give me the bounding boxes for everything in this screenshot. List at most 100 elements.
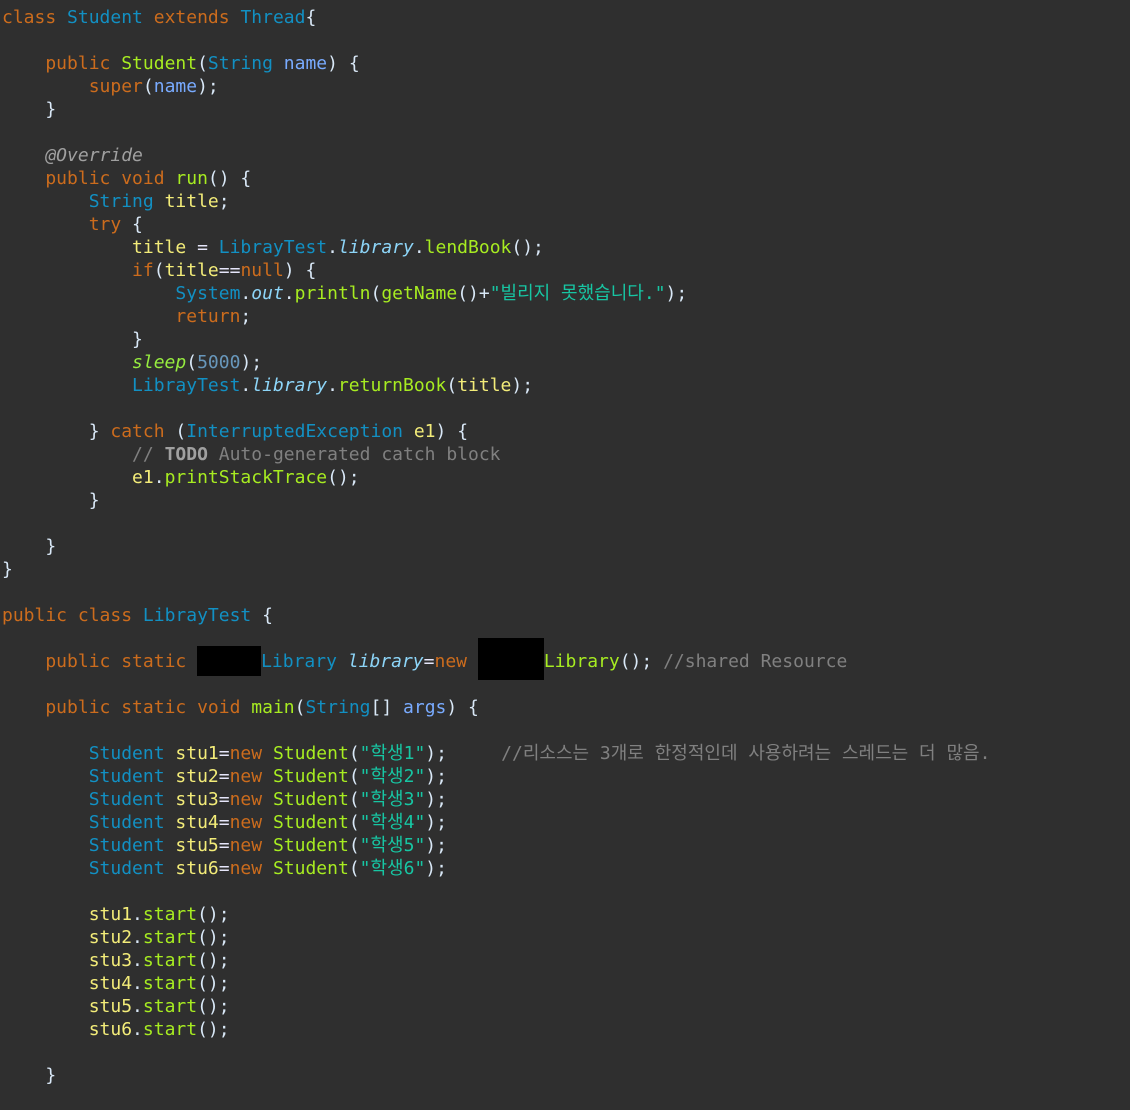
code-token: } <box>2 1065 57 1086</box>
code-token: public <box>2 697 122 718</box>
code-token: . <box>132 950 143 971</box>
code-token: stu5 <box>175 835 219 856</box>
code-token: = <box>218 789 230 810</box>
code-token: Student <box>272 835 349 856</box>
code-token: return <box>2 306 241 327</box>
code-token: (); <box>197 973 230 994</box>
code-line: e1.printStackTrace(); <box>2 466 990 489</box>
code-editor[interactable]: class Student extends Thread{ public Stu… <box>0 0 1130 1110</box>
code-token: Student <box>2 789 176 810</box>
code-token: new <box>434 651 478 672</box>
code-token: ()+ <box>457 283 490 304</box>
code-line: } <box>2 535 990 558</box>
code-token: { <box>305 7 317 28</box>
code-token: String <box>2 191 165 212</box>
code-token: start <box>142 927 198 948</box>
code-line: if(title==null) { <box>2 259 990 282</box>
code-token: Student <box>2 812 176 833</box>
code-token: (); <box>619 651 664 672</box>
code-line: } catch (InterruptedException e1) { <box>2 420 990 443</box>
code-token: . <box>132 1019 143 1040</box>
code-token: ); <box>425 743 502 764</box>
code-token: out <box>251 283 284 304</box>
code-token: printStackTrace <box>164 467 328 488</box>
code-token: (); <box>511 237 544 258</box>
code-token: ); <box>425 812 447 833</box>
code-token: args <box>403 697 447 718</box>
code-token: stu4 <box>175 812 219 833</box>
code-line: return; <box>2 305 990 328</box>
code-line: stu2.start(); <box>2 926 990 949</box>
code-token: new <box>229 766 273 787</box>
code-token: ; <box>218 191 230 212</box>
code-token: library <box>251 375 328 396</box>
code-token: = <box>218 812 230 833</box>
redaction-block <box>477 638 544 680</box>
code-token: . <box>132 927 143 948</box>
code-token: extends <box>153 7 241 28</box>
code-token: title <box>457 375 512 396</box>
code-token: class <box>2 7 68 28</box>
code-token: stu4 <box>2 973 133 994</box>
code-token: ); <box>425 789 447 810</box>
code-line: LibrayTest.library.returnBook(title); <box>2 374 990 397</box>
code-line: Student stu2=new Student("학생2"); <box>2 765 990 788</box>
code-token: String <box>207 53 284 74</box>
code-token: } <box>2 329 143 350</box>
code-token: = <box>218 858 230 879</box>
code-token: stu2 <box>175 766 219 787</box>
code-token: super <box>2 76 143 97</box>
code-token: . <box>153 467 165 488</box>
code-line: Student stu5=new Student("학생5"); <box>2 834 990 857</box>
code-token: == <box>218 260 241 281</box>
code-token: TODO <box>164 444 208 465</box>
code-token: . <box>283 283 295 304</box>
code-token: static <box>121 651 198 672</box>
code-line: public static Library library=new Librar… <box>2 638 990 680</box>
code-token: class <box>77 605 143 626</box>
code-line: public void run() { <box>2 167 990 190</box>
code-token: returnBook <box>337 375 447 396</box>
code-token: ( <box>370 283 382 304</box>
code-token: ( <box>348 789 360 810</box>
code-token: Student <box>2 766 176 787</box>
code-token: LibrayTest <box>2 375 241 396</box>
code-line: title = LibrayTest.library.lendBook(); <box>2 236 990 259</box>
code-token: Student <box>2 835 176 856</box>
code-token: "학생4" <box>359 812 426 833</box>
code-token: (); <box>197 1019 230 1040</box>
code-token: Student <box>121 53 198 74</box>
code-token: library <box>337 237 414 258</box>
code-token: { <box>132 214 143 235</box>
code-token: stu6 <box>2 1019 133 1040</box>
code-token: public <box>2 605 78 626</box>
code-token: stu3 <box>175 789 219 810</box>
code-token: new <box>229 743 273 764</box>
code-token: name <box>283 53 328 74</box>
code-line: public static void main(String[] args) { <box>2 696 990 719</box>
code-line: System.out.println(getName()+"빌리지 못했습니다.… <box>2 282 990 305</box>
code-token: stu3 <box>2 950 133 971</box>
code-line: } <box>2 98 990 121</box>
code-token: ( <box>348 835 360 856</box>
code-line: stu4.start(); <box>2 972 990 995</box>
code-token: . <box>240 375 252 396</box>
code-text-area[interactable]: class Student extends Thread{ public Stu… <box>2 6 990 1087</box>
code-token: Library <box>261 651 348 672</box>
code-token: //리소스는 3개로 한정적인데 사용하려는 스레드는 더 많음. <box>501 743 991 764</box>
code-token: ( <box>348 858 360 879</box>
code-token: println <box>294 283 371 304</box>
code-line: } <box>2 558 990 581</box>
code-token: Library <box>543 651 620 672</box>
code-line: stu1.start(); <box>2 903 990 926</box>
code-token: Auto-generated catch block <box>207 444 501 465</box>
code-token: new <box>229 835 273 856</box>
code-token: . <box>132 904 143 925</box>
code-token: title <box>164 260 219 281</box>
code-line: stu3.start(); <box>2 949 990 972</box>
